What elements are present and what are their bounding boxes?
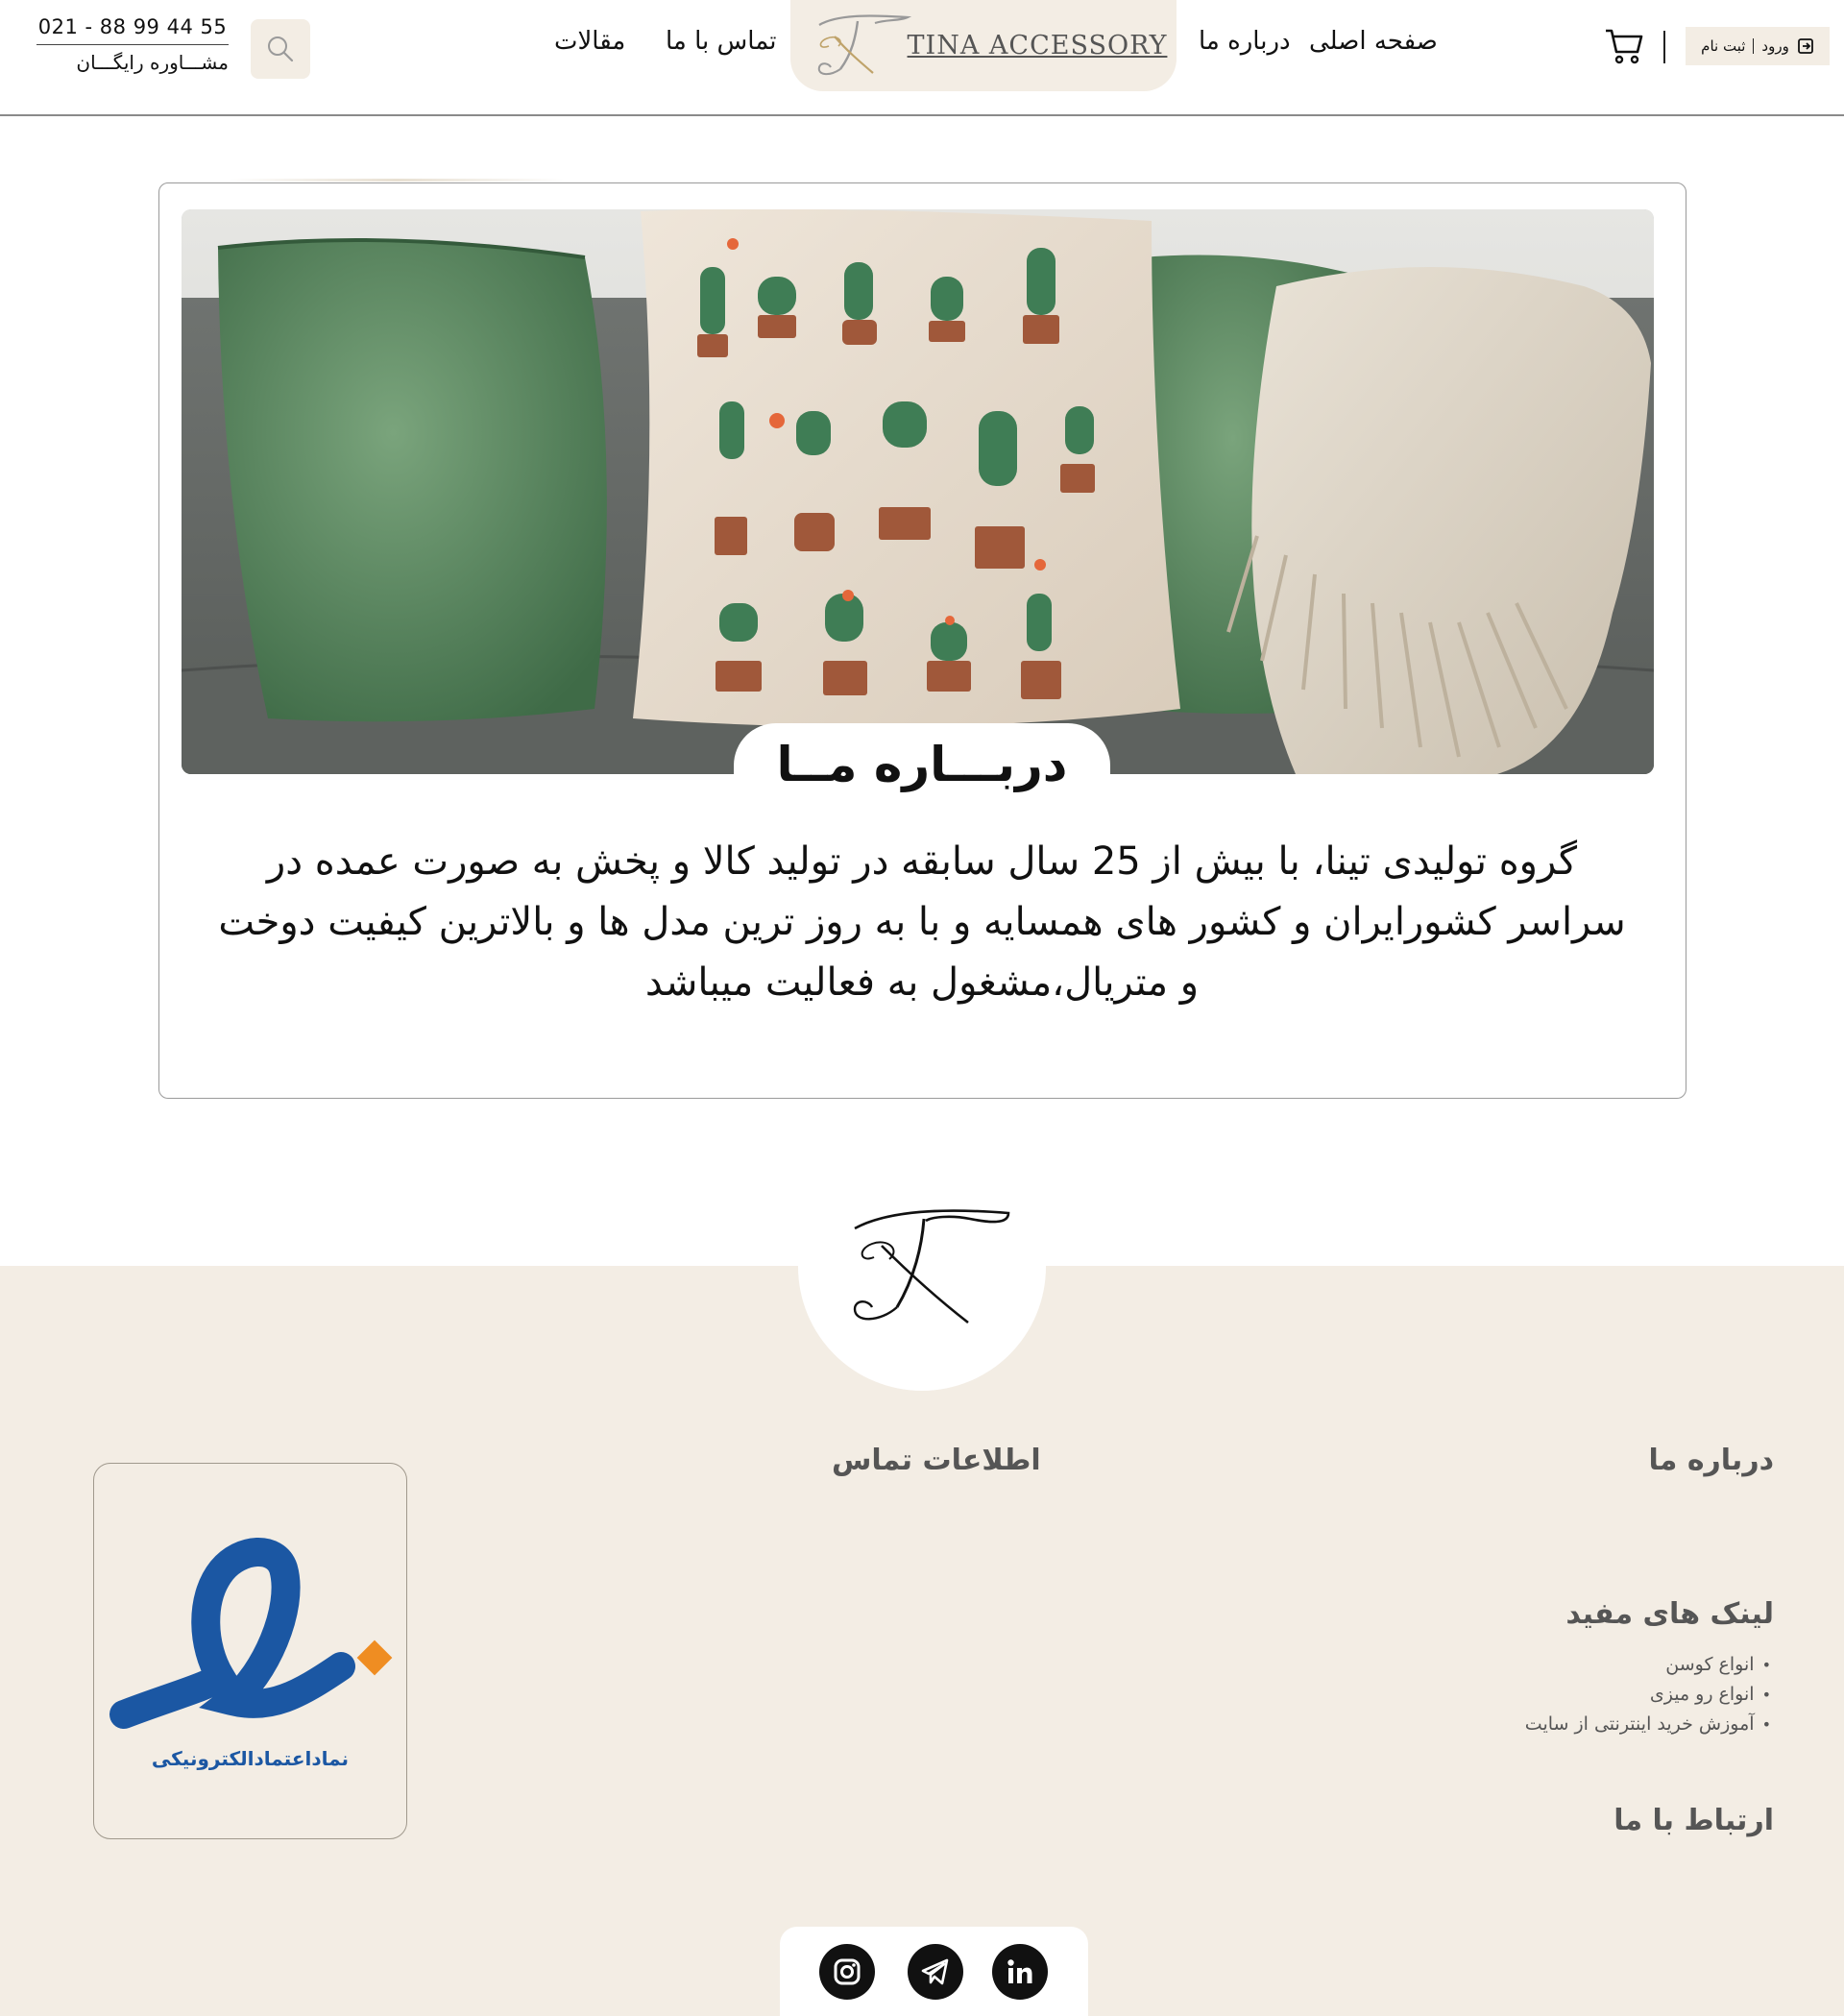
- nav-home[interactable]: صفحه اصلی: [1309, 27, 1438, 56]
- linkedin-link[interactable]: [992, 1944, 1048, 2000]
- login-register-button[interactable]: ورود ثبت نام: [1686, 27, 1830, 65]
- nav-articles[interactable]: مقالات: [554, 27, 625, 56]
- footer-useful-links-heading: لینک های مفید: [1565, 1597, 1774, 1631]
- site-header: 021 - 88 99 44 55 مشـــاوره رایگـــان مق…: [0, 0, 1844, 116]
- login-icon: [1797, 38, 1813, 54]
- tina-logo-mark-icon: [853, 1209, 1010, 1324]
- about-title-tab: دربـــاره مــا: [734, 723, 1110, 810]
- telegram-icon: [921, 1958, 949, 1985]
- header-divider: [1663, 31, 1665, 63]
- useful-link-tablecloths[interactable]: انواع رو میزی: [1525, 1680, 1771, 1710]
- logo-text: TINA ACCESSORY: [907, 31, 1168, 61]
- pillows-on-sofa-image: [182, 209, 1654, 774]
- free-consult-label: مشـــاوره رایگـــان: [76, 51, 229, 74]
- useful-links-list: انواع کوسن انواع رو میزی آموزش خرید اینت…: [1525, 1650, 1771, 1739]
- enamad-caption: نماداعتمادالکترونیکی: [151, 1747, 350, 1770]
- card-top-accent: [229, 179, 565, 182]
- phone-number[interactable]: 021 - 88 99 44 55: [36, 15, 229, 45]
- phone-block: 021 - 88 99 44 55 مشـــاوره رایگـــان: [36, 15, 229, 74]
- hero-image: [182, 209, 1654, 774]
- footer-connect-heading: ارتباط با ما: [1614, 1804, 1774, 1837]
- shopping-cart-icon: [1606, 29, 1643, 64]
- nav-contact[interactable]: تماس با ما: [666, 27, 776, 56]
- search-icon: [268, 36, 294, 62]
- instagram-link[interactable]: [819, 1944, 875, 2000]
- login-separator: [1753, 38, 1755, 54]
- footer-about-heading: درباره ما: [1648, 1444, 1774, 1477]
- telegram-link[interactable]: [908, 1944, 963, 2000]
- about-title: دربـــاره مــا: [776, 737, 1068, 792]
- nav-about[interactable]: درباره ما: [1199, 27, 1291, 56]
- enamad-logo-icon: [109, 1538, 392, 1729]
- login-label[interactable]: ورود: [1761, 37, 1788, 55]
- cart-button[interactable]: [1603, 24, 1645, 66]
- footer-logo[interactable]: [798, 1143, 1046, 1391]
- useful-link-cushions[interactable]: انواع کوسن: [1525, 1650, 1771, 1680]
- enamad-trust-badge[interactable]: نماداعتمادالکترونیکی: [93, 1463, 407, 1839]
- tina-logo-mark-icon: [817, 13, 911, 75]
- instagram-icon: [834, 1958, 861, 1985]
- search-button[interactable]: [251, 19, 310, 79]
- linkedin-icon: [1007, 1959, 1032, 1983]
- footer-contact-info-heading: اطلاعات تماس: [832, 1444, 1041, 1477]
- header-logo[interactable]: TINA ACCESSORY: [790, 0, 1177, 91]
- about-description: گروه تولیدی تینا، با بیش از 25 سال سابقه…: [218, 839, 1626, 1005]
- useful-link-online-shopping-guide[interactable]: آموزش خرید اینترنتی از سایت: [1525, 1710, 1771, 1739]
- register-label[interactable]: ثبت نام: [1701, 37, 1745, 55]
